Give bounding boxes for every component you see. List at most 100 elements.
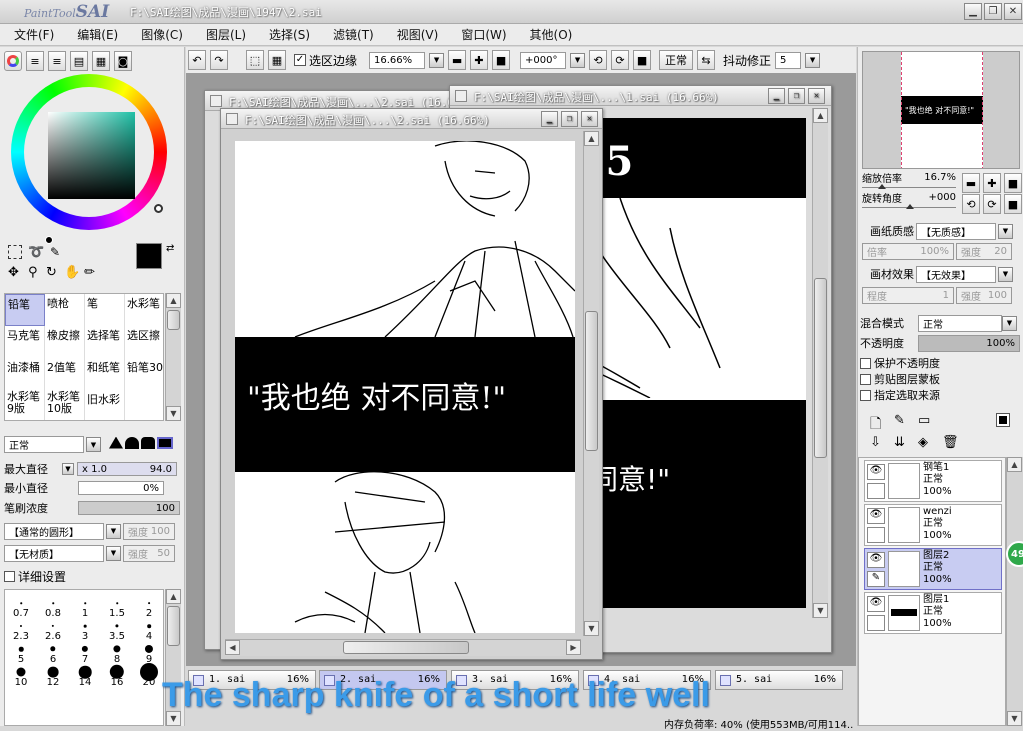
new-folder-icon[interactable]: ▭ (918, 413, 930, 428)
nav-rot-reset-icon[interactable]: ■ (1004, 194, 1022, 214)
document-title-front[interactable]: F:\SAI绘图\成品\漫画\...\2.sai (16.66%) ▁ ❐ ✕ (221, 109, 602, 129)
menu-window[interactable]: 窗口(W) (461, 26, 506, 43)
brush-size-7[interactable]: 7 (69, 642, 101, 665)
swatch-tab-icon[interactable]: ▦ (92, 51, 110, 71)
layer-lock-box[interactable] (867, 527, 885, 543)
scroll-up-icon[interactable]: ▲ (584, 131, 599, 146)
stabilizer-dropdown-icon[interactable]: ▼ (805, 52, 821, 68)
paper-effect-select[interactable]: 【无效果】 (916, 265, 996, 283)
tool-watercolor9[interactable]: 水彩笔9版 (5, 390, 45, 420)
tip-flat-icon[interactable] (141, 436, 155, 449)
brush-size-8[interactable]: 8 (101, 642, 133, 665)
menu-edit[interactable]: 编辑(E) (77, 26, 118, 43)
layer-blend-select[interactable]: 正常 (918, 314, 1002, 332)
brush-size-6[interactable]: 6 (37, 642, 69, 665)
new-layer-icon[interactable]: 🗋 (870, 413, 881, 437)
brush-size-14[interactable]: 14 (69, 665, 101, 688)
scroll-up-icon[interactable]: ▲ (1007, 457, 1022, 472)
tool-washi-pen[interactable]: 和纸笔 (85, 358, 125, 390)
paper-scale-field[interactable]: 倍率 100% (862, 242, 954, 260)
tool-eraser[interactable]: 橡皮擦 (45, 326, 85, 358)
paper-strength2-field[interactable]: 强度 100 (956, 286, 1012, 304)
brush-size-4[interactable]: 4 (133, 619, 163, 642)
detail-checkbox[interactable] (4, 570, 15, 582)
palette-tab-icon[interactable]: ▤ (70, 51, 88, 71)
tool-pencil[interactable]: 铅笔 (5, 294, 45, 326)
tool-grid-scrollbar[interactable]: ▲ ▼ (165, 293, 181, 421)
color-wheel-tab-icon[interactable] (4, 51, 22, 71)
doc-middle-vscroll[interactable]: ▲ ▼ (812, 108, 828, 618)
document-window-front[interactable]: F:\SAI绘图\成品\漫画\...\2.sai (16.66%) ▁ ❐ ✕ … (220, 108, 603, 660)
color-wheel[interactable] (11, 74, 167, 244)
swap-colors-icon[interactable]: ⇄ (166, 243, 174, 254)
layer-item[interactable]: 👁 wenzi 正常 100% (864, 504, 1002, 546)
foreground-color-swatch[interactable] (136, 243, 162, 269)
scratchpad-tab-icon[interactable]: ◙ (114, 51, 132, 71)
size-scroll-thumb[interactable] (167, 606, 180, 646)
nav-rot-slider[interactable] (862, 204, 956, 209)
doc-front-vscroll[interactable]: ▲ ▼ (583, 131, 599, 636)
brush-texture-dropdown-icon[interactable]: ▼ (106, 545, 121, 561)
clip-mask-checkbox[interactable] (860, 373, 871, 385)
eyedropper-icon[interactable]: ✏ (84, 265, 95, 280)
brush-shape-dropdown-icon[interactable]: ▼ (106, 523, 121, 539)
density-slider[interactable]: 100 (78, 501, 180, 515)
scroll-down-icon[interactable]: ▼ (1007, 711, 1022, 726)
angle-dropdown-icon[interactable]: ▼ (570, 52, 586, 68)
merge-down-icon[interactable]: ⇊ (894, 435, 905, 450)
protect-opacity-checkbox[interactable] (860, 357, 871, 369)
undo-icon[interactable]: ↶ (188, 50, 206, 70)
brush-blend-mode[interactable]: 正常 (4, 436, 84, 453)
hscroll-thumb[interactable] (343, 641, 469, 654)
hand-tool-icon[interactable]: ✋ (64, 265, 80, 280)
brush-size-20[interactable]: 20 (133, 663, 163, 688)
delete-layer-icon[interactable]: 🗑 (942, 435, 959, 450)
zoom-tool-icon[interactable]: ⚲ (28, 265, 38, 280)
tool-binary-pen[interactable]: 2值笔 (45, 358, 85, 390)
rotate-reset-icon[interactable]: ■ (633, 50, 652, 70)
hue-cursor-icon[interactable] (154, 204, 163, 213)
view-mode-button[interactable]: 正常 (659, 50, 694, 70)
menu-layer[interactable]: 图层(L) (206, 26, 246, 43)
protect-opacity-toggle[interactable]: 保护不透明度 (860, 355, 1022, 371)
layer-lock-box[interactable] (867, 483, 885, 499)
tool-watercolor10[interactable]: 水彩笔10版 (45, 390, 85, 420)
nav-zoom-out-icon[interactable]: ▬ (962, 173, 980, 193)
selection-source-toggle[interactable]: 指定选取来源 (860, 387, 1022, 403)
nav-rot-left-icon[interactable]: ⟲ (962, 194, 980, 214)
sv-cursor-icon[interactable] (45, 236, 53, 244)
menu-select[interactable]: 选择(S) (269, 26, 310, 43)
brush-size-3[interactable]: 3 (69, 619, 101, 642)
rotate-tool-icon[interactable]: ↻ (46, 265, 57, 280)
tip-round-icon[interactable] (125, 436, 139, 449)
brush-texture-select[interactable]: 【无材质】 (4, 544, 104, 562)
rgb-slider-tab-icon[interactable]: ≡ (26, 51, 44, 71)
eye-icon[interactable]: 👁 (867, 464, 885, 480)
brush-size-2.6[interactable]: 2.6 (37, 619, 69, 642)
nav-zoom-reset-icon[interactable]: ■ (1004, 173, 1022, 193)
layer-item[interactable]: 👁 图层1 正常 100% (864, 592, 1002, 634)
scroll-down-icon[interactable]: ▼ (584, 621, 599, 636)
brush-size-12[interactable]: 12 (37, 665, 69, 688)
brush-size-10[interactable]: 10 (5, 665, 37, 688)
nav-zoom-in-icon[interactable]: ✚ (983, 173, 1001, 193)
scroll-thumb[interactable] (814, 278, 827, 458)
texture-strength-field[interactable]: 强度 50 (123, 544, 175, 562)
eye-icon[interactable]: 👁 (867, 552, 885, 568)
menu-view[interactable]: 视图(V) (397, 26, 439, 43)
tool-select-pen[interactable]: 选择笔 (85, 326, 125, 358)
brush-size-3.5[interactable]: 3.5 (101, 619, 133, 642)
tip-sharp-icon[interactable] (109, 436, 123, 449)
nav-rot-right-icon[interactable]: ⟳ (983, 194, 1001, 214)
invert-selection-icon[interactable]: ▦ (268, 50, 286, 70)
document-tab[interactable]: 5. sai 16% (715, 670, 843, 690)
brush-size-5[interactable]: 5 (5, 642, 37, 665)
brush-size-0.7[interactable]: 0.7 (5, 596, 37, 619)
menu-other[interactable]: 其他(O) (530, 26, 573, 43)
brush-indicator-icon[interactable]: ✎ (867, 571, 885, 587)
scroll-left-icon[interactable]: ◀ (225, 640, 240, 655)
brush-size-2.3[interactable]: 2.3 (5, 619, 37, 642)
layer-list-scrollbar[interactable]: ▲ ▼ (1006, 457, 1023, 726)
rotate-right-icon[interactable]: ⟳ (611, 50, 630, 70)
transfer-down-icon[interactable]: ⇩ (870, 435, 881, 450)
